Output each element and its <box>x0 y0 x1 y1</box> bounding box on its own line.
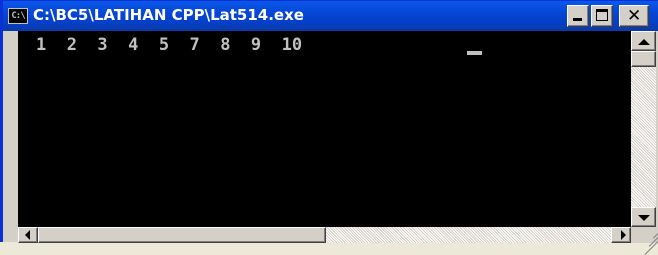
horizontal-scrollbar[interactable] <box>18 227 631 243</box>
close-icon: ✕ <box>627 6 642 26</box>
console-output-text: 1 2 3 4 5 7 8 9 10 <box>36 35 313 55</box>
scroll-left-button[interactable] <box>18 227 38 243</box>
console-window: C:\ C:\BC5\LATIHAN CPP\Lat514.exe ✕ 1 2 … <box>0 0 658 255</box>
minimize-icon <box>573 18 582 21</box>
vertical-scrollbar[interactable] <box>631 31 656 227</box>
window-title: C:\BC5\LATIHAN CPP\Lat514.exe <box>33 6 304 24</box>
scroll-down-button[interactable] <box>631 207 656 227</box>
vertical-scroll-thumb[interactable] <box>631 51 656 67</box>
maximize-icon <box>596 9 608 21</box>
text-cursor <box>467 51 482 55</box>
minimize-button[interactable] <box>567 5 589 27</box>
horizontal-scroll-thumb[interactable] <box>38 227 326 243</box>
close-button[interactable]: ✕ <box>619 5 649 27</box>
resize-grip[interactable] <box>631 227 658 255</box>
arrow-down-icon <box>638 215 650 221</box>
scroll-up-button[interactable] <box>631 31 656 51</box>
arrow-left-icon <box>25 230 30 240</box>
title-bar[interactable]: C:\ C:\BC5\LATIHAN CPP\Lat514.exe ✕ <box>3 1 658 31</box>
console-app-icon[interactable]: C:\ <box>8 8 28 24</box>
maximize-button[interactable] <box>591 5 613 27</box>
arrow-up-icon <box>638 39 650 45</box>
console-output-area[interactable]: 1 2 3 4 5 7 8 9 10 <box>18 31 631 227</box>
arrow-right-icon <box>621 230 626 240</box>
scroll-right-button[interactable] <box>611 227 631 243</box>
